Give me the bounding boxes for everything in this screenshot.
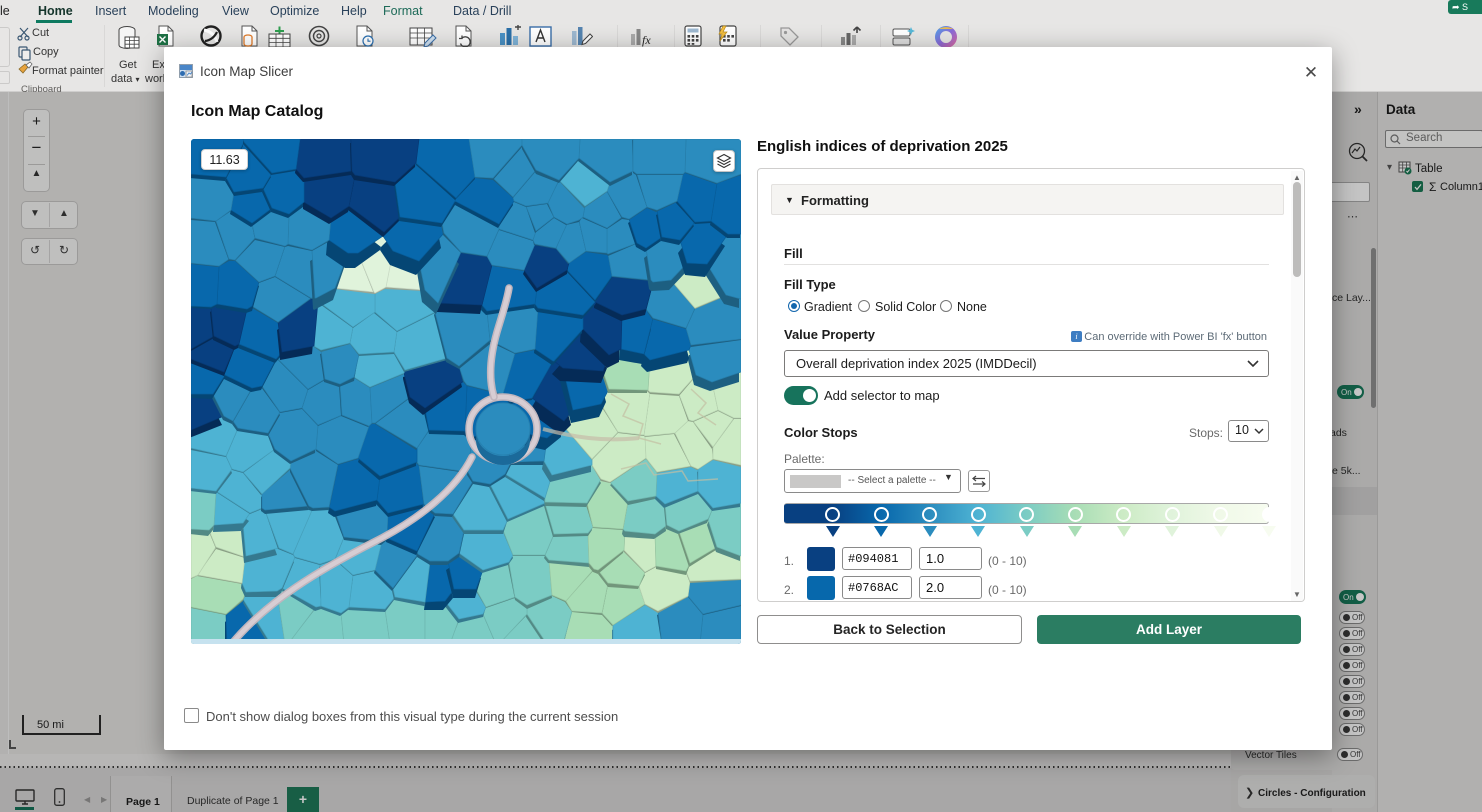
svg-text:fx: fx	[642, 33, 651, 47]
